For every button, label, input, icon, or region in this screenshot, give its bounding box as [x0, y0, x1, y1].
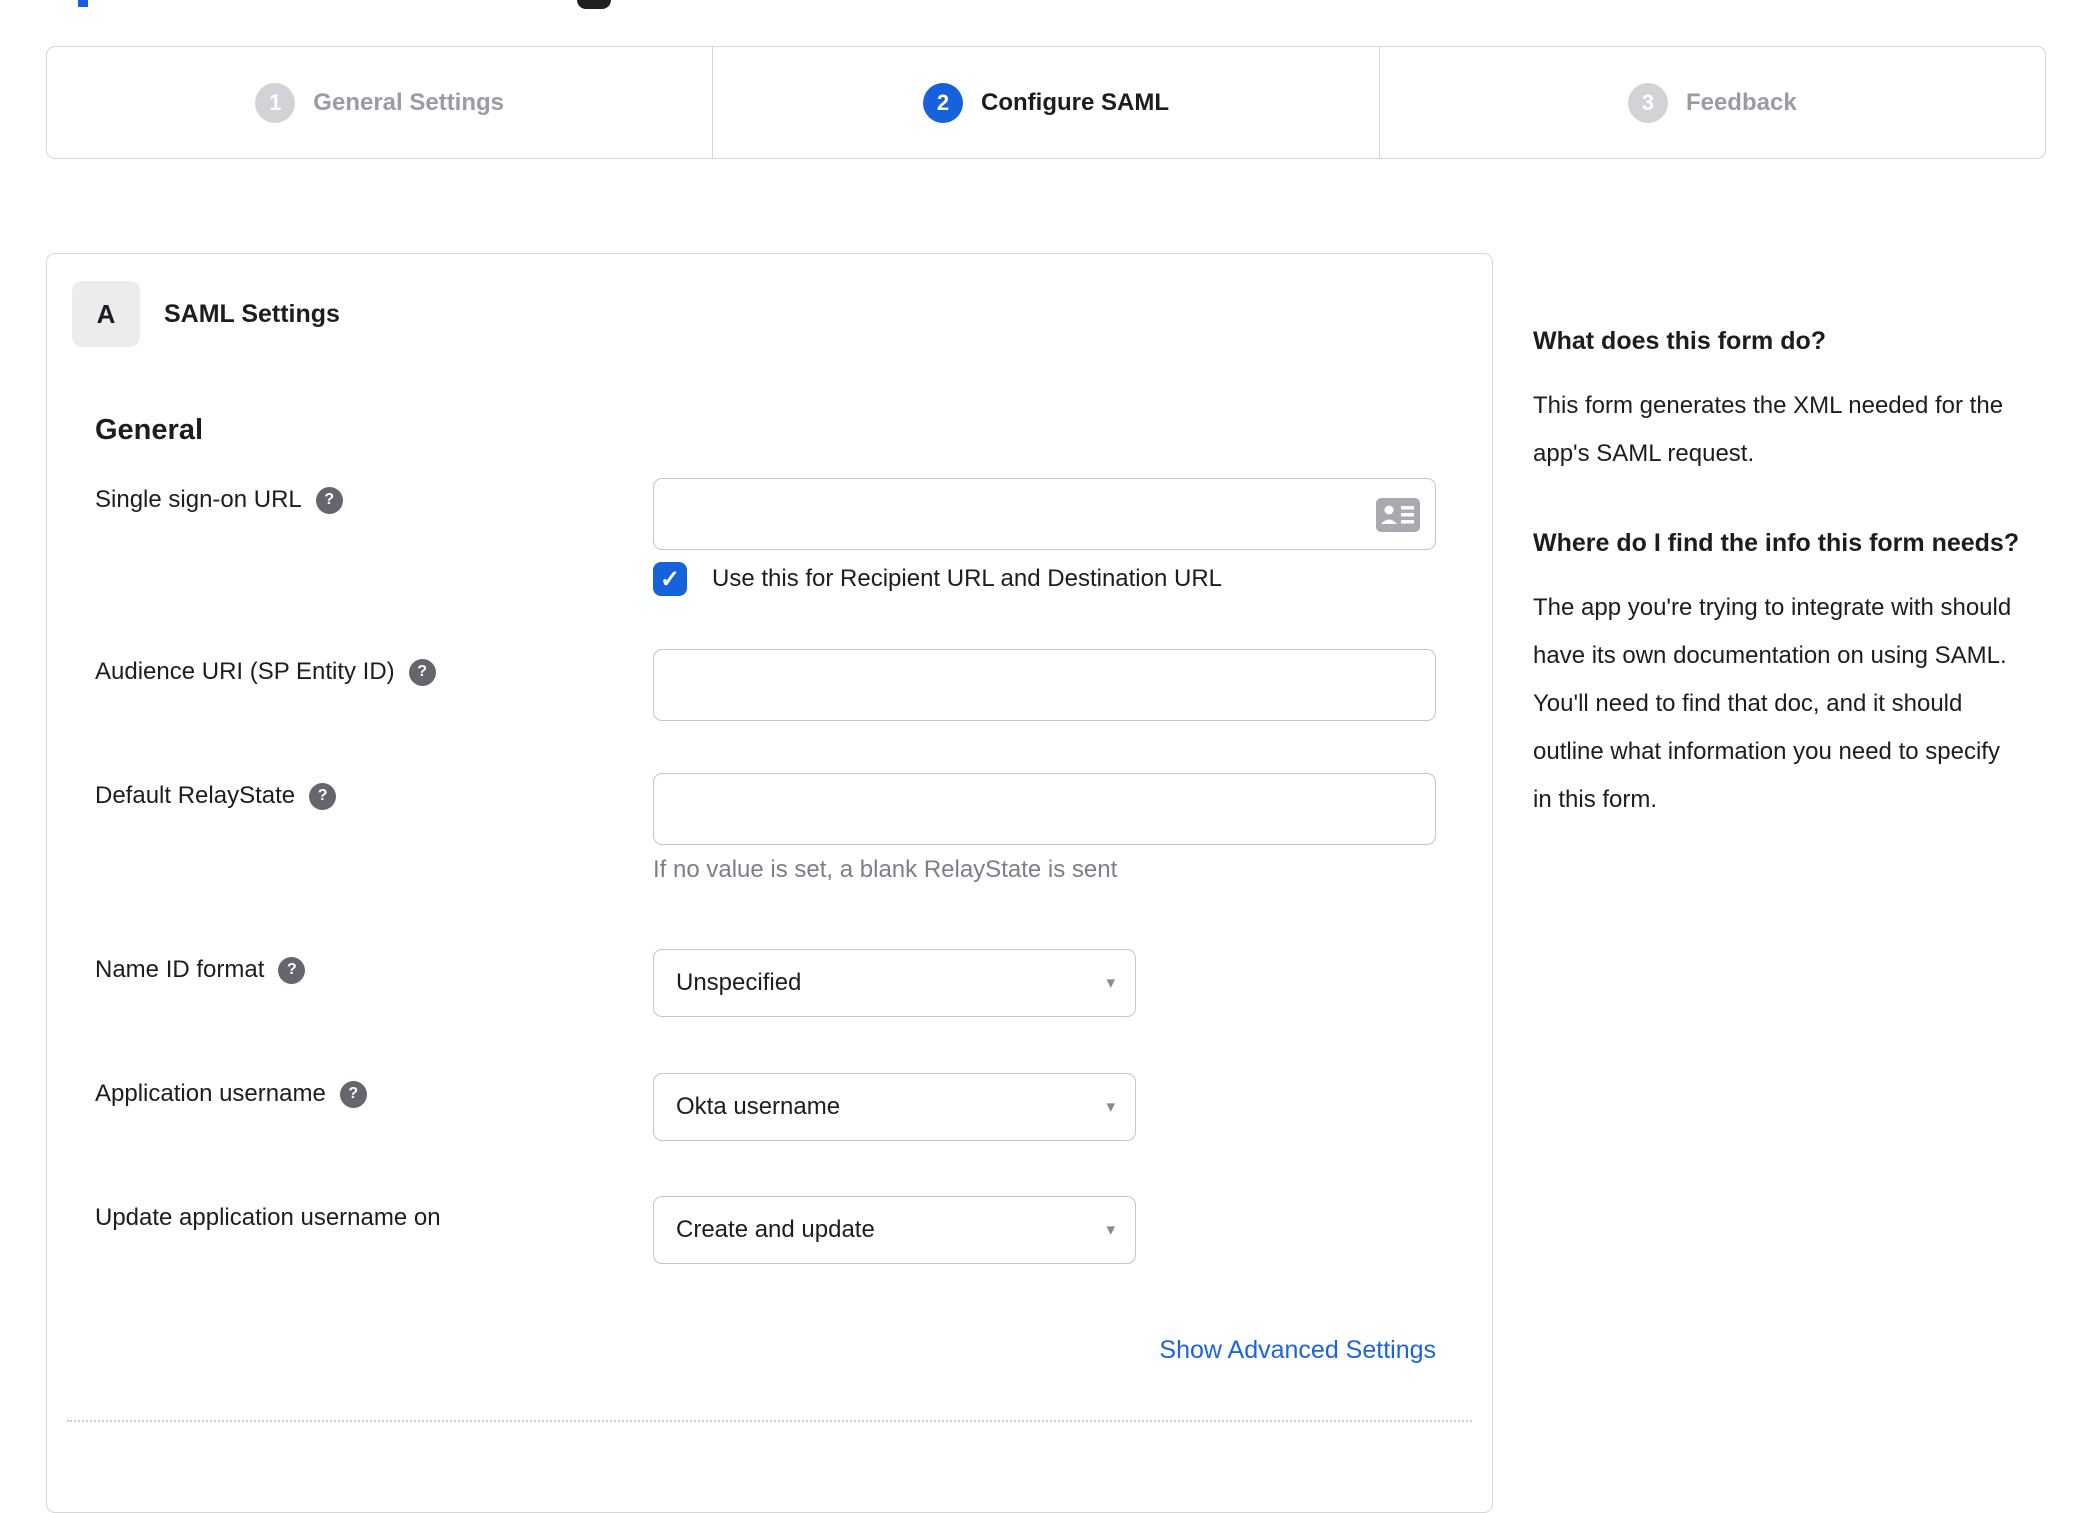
- audience-uri-input[interactable]: [653, 649, 1436, 721]
- sidebar-body-what: This form generates the XML needed for t…: [1533, 392, 2004, 467]
- step-1-badge: 1: [255, 82, 296, 123]
- step-2-label: Configure SAML: [981, 88, 1169, 116]
- app-username-label-row: Application username ?: [95, 1080, 367, 1108]
- section-a-badge: A: [72, 281, 140, 347]
- sso-url-input-wrap: [653, 478, 1436, 550]
- sso-checkbox-label: Use this for Recipient URL and Destinati…: [712, 565, 1223, 592]
- step-1-label: General Settings: [313, 88, 505, 116]
- group-title-general: General: [95, 414, 203, 446]
- step-3-badge: 3: [1627, 82, 1668, 123]
- sso-url-label: Single sign-on URL: [95, 486, 302, 513]
- update-username-label-row: Update application username on: [95, 1204, 441, 1232]
- app-username-help-icon[interactable]: ?: [339, 1080, 367, 1108]
- update-username-value: Create and update: [676, 1216, 875, 1243]
- step-configure-saml[interactable]: 2 Configure SAML: [712, 47, 1378, 158]
- relay-state-label: Default RelayState: [95, 782, 296, 809]
- relay-state-help-icon[interactable]: ?: [309, 782, 337, 810]
- sso-checkbox-row: ✓ Use this for Recipient URL and Destina…: [653, 562, 1222, 596]
- chevron-down-icon: ▾: [1106, 1097, 1115, 1116]
- app-username-select[interactable]: Okta username ▾: [653, 1073, 1136, 1141]
- name-id-format-value: Unspecified: [676, 969, 802, 996]
- saml-settings-panel: A SAML Settings General Single sign-on U…: [46, 253, 1493, 1513]
- page-title-fragment: [78, 0, 88, 7]
- name-id-format-label-row: Name ID format ?: [95, 956, 306, 984]
- section-dashed-divider: [67, 1420, 1472, 1422]
- app-username-value: Okta username: [676, 1093, 841, 1120]
- relay-state-hint: If no value is set, a blank RelayState i…: [653, 856, 1118, 883]
- sso-url-help-icon[interactable]: ?: [315, 486, 343, 514]
- relay-state-input[interactable]: [653, 773, 1436, 845]
- name-id-format-label: Name ID format: [95, 956, 265, 983]
- contact-card-icon[interactable]: [1376, 498, 1420, 532]
- wizard-stepper: 1 General Settings 2 Configure SAML 3 Fe…: [46, 46, 2046, 159]
- sidebar-heading-where: Where do I find the info this form needs…: [1533, 529, 2020, 557]
- app-username-label: Application username: [95, 1080, 326, 1107]
- show-advanced-settings-link[interactable]: Show Advanced Settings: [1159, 1336, 1436, 1365]
- step-general-settings[interactable]: 1 General Settings: [47, 47, 712, 158]
- audience-uri-label-row: Audience URI (SP Entity ID) ?: [95, 658, 436, 686]
- update-username-select[interactable]: Create and update ▾: [653, 1196, 1136, 1264]
- audience-uri-label: Audience URI (SP Entity ID): [95, 658, 395, 685]
- audience-uri-help-icon[interactable]: ?: [408, 658, 436, 686]
- chevron-down-icon: ▾: [1106, 973, 1115, 992]
- app-logo-fragment: [577, 0, 611, 9]
- help-sidebar: What does this form do? This form genera…: [1533, 318, 2025, 866]
- step-feedback[interactable]: 3 Feedback: [1378, 47, 2045, 158]
- name-id-format-help-icon[interactable]: ?: [278, 956, 306, 984]
- relay-state-label-row: Default RelayState ?: [95, 782, 337, 810]
- update-username-label: Update application username on: [95, 1204, 441, 1231]
- section-title: SAML Settings: [164, 300, 340, 328]
- sso-url-label-row: Single sign-on URL ?: [95, 486, 343, 514]
- sso-checkbox[interactable]: ✓: [653, 562, 687, 596]
- sidebar-body-where: The app you're trying to integrate with …: [1533, 594, 2012, 813]
- chevron-down-icon: ▾: [1106, 1220, 1115, 1239]
- name-id-format-select[interactable]: Unspecified ▾: [653, 949, 1136, 1017]
- step-2-badge: 2: [923, 82, 963, 123]
- sidebar-heading-what: What does this form do?: [1533, 327, 1827, 355]
- step-3-label: Feedback: [1685, 88, 1797, 116]
- sso-url-input[interactable]: [653, 478, 1436, 550]
